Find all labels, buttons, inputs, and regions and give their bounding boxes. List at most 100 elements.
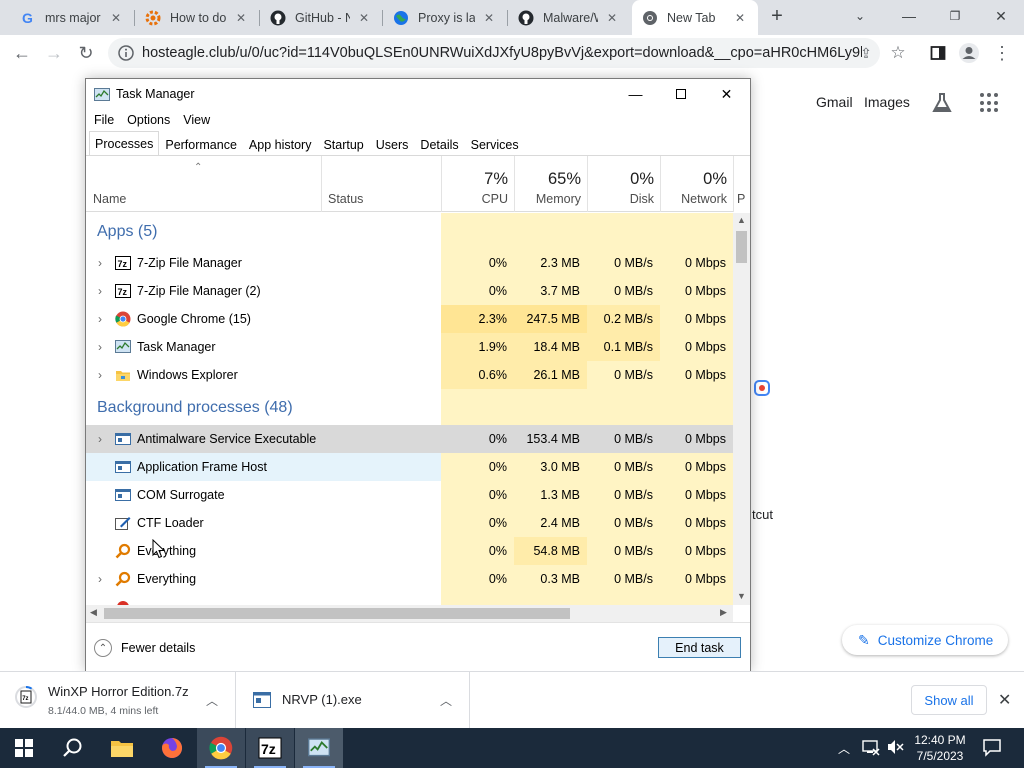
scroll-right-icon[interactable]: ▶ <box>720 607 727 618</box>
expand-chevron-icon[interactable]: › <box>94 368 106 382</box>
address-bar[interactable]: hosteagle.club/u/0/uc?id=114V0buQLSEn0UN… <box>108 38 880 68</box>
fewer-details-button[interactable]: ⌃ Fewer details <box>94 639 195 657</box>
column-header-disk[interactable]: 0% Disk <box>587 156 660 212</box>
column-header-network[interactable]: 0% Network <box>660 156 733 212</box>
tab-processes[interactable]: Processes <box>89 131 160 155</box>
customize-chrome-button[interactable]: ✎ Customize Chrome <box>842 625 1008 655</box>
menu-kebab-icon[interactable]: ⋮ <box>990 41 1014 65</box>
chevron-up-icon[interactable]: ︿ <box>440 692 452 709</box>
show-all-downloads-button[interactable]: Show all <box>911 685 987 715</box>
download-item[interactable]: 7z WinXP Horror Edition.7z 8.1/44.0 MB, … <box>0 672 236 729</box>
tab-mrs-major[interactable]: G mrs major ✕ <box>10 0 134 35</box>
tab-performance[interactable]: Performance <box>159 133 243 155</box>
task-manager-taskbar-icon[interactable] <box>295 728 343 768</box>
tab-startup[interactable]: Startup <box>317 133 369 155</box>
network-icon[interactable] <box>862 738 880 756</box>
minimize-icon[interactable]: — <box>886 0 932 32</box>
horizontal-scroll-thumb[interactable] <box>104 608 570 619</box>
process-row[interactable]: CTF Loader 0% 2.4 MB 0 MB/s 0 Mbps <box>86 509 733 537</box>
lens-camera-icon[interactable] <box>752 378 774 398</box>
process-row[interactable]: › Google Chrome (15) 2.3% 247.5 MB 0.2 M… <box>86 305 733 333</box>
restore-icon[interactable]: ❐ <box>932 0 978 32</box>
scroll-left-icon[interactable]: ◀ <box>90 607 97 618</box>
chrome-taskbar-icon[interactable] <box>197 728 245 768</box>
process-row[interactable]: › 7z 7-Zip File Manager 0% 2.3 MB 0 MB/s… <box>86 249 733 277</box>
file-explorer-icon[interactable] <box>98 728 146 768</box>
share-icon[interactable]: ⇪ <box>854 41 878 65</box>
close-tab-icon[interactable]: ✕ <box>233 10 249 26</box>
process-row[interactable]: › 7z 7-Zip File Manager (2) 0% 3.7 MB 0 … <box>86 277 733 305</box>
expand-chevron-icon[interactable]: › <box>94 572 106 586</box>
firefox-icon[interactable] <box>148 728 196 768</box>
forward-icon[interactable]: → <box>42 41 66 65</box>
group-header-background[interactable]: Background processes (48) <box>86 389 733 425</box>
process-row[interactable]: › Windows Explorer 0.6% 26.1 MB 0 MB/s 0… <box>86 361 733 389</box>
7zip-taskbar-icon[interactable]: 7z <box>246 728 294 768</box>
column-header-cpu[interactable]: 7% CPU <box>441 156 514 212</box>
close-tab-icon[interactable]: ✕ <box>108 10 124 26</box>
expand-chevron-icon[interactable]: › <box>94 432 106 446</box>
process-row[interactable]: › Task Manager 1.9% 18.4 MB 0.1 MB/s 0 M… <box>86 333 733 361</box>
volume-muted-icon[interactable] <box>886 738 904 756</box>
task-manager-titlebar[interactable]: Task Manager — ✕ <box>86 79 750 109</box>
vertical-scrollbar[interactable]: ▲ ▼ <box>733 213 750 605</box>
vertical-scroll-thumb[interactable] <box>736 231 747 263</box>
process-row-partial[interactable] <box>86 593 733 605</box>
close-tab-icon[interactable]: ✕ <box>604 10 620 26</box>
tab-new-tab[interactable]: New Tab ✕ <box>632 0 758 35</box>
end-task-button[interactable]: End task <box>658 637 741 658</box>
search-icon[interactable] <box>48 728 96 768</box>
process-row[interactable]: › Everything 0% 0.3 MB 0 MB/s 0 Mbps <box>86 565 733 593</box>
expand-chevron-icon[interactable]: › <box>94 340 106 354</box>
labs-flask-icon[interactable] <box>930 91 954 115</box>
scroll-up-icon[interactable]: ▲ <box>737 215 746 225</box>
site-info-icon[interactable] <box>118 45 134 61</box>
tm-maximize-icon[interactable] <box>658 79 703 109</box>
process-row[interactable]: COM Surrogate 0% 1.3 MB 0 MB/s 0 Mbps <box>86 481 733 509</box>
column-header-power[interactable]: P <box>733 156 750 212</box>
expand-chevron-icon[interactable]: › <box>94 256 106 270</box>
google-apps-icon[interactable] <box>980 93 1000 113</box>
tm-close-icon[interactable]: ✕ <box>704 79 749 109</box>
menu-view[interactable]: View <box>183 113 210 127</box>
reload-icon[interactable]: ↻ <box>74 41 98 65</box>
bookmark-star-icon[interactable]: ☆ <box>886 41 910 65</box>
tab-details[interactable]: Details <box>414 133 464 155</box>
expand-chevron-icon[interactable]: › <box>94 284 106 298</box>
notification-icon[interactable] <box>982 737 1002 757</box>
close-download-bar-icon[interactable]: ✕ <box>998 690 1011 710</box>
column-header-memory[interactable]: 65% Memory <box>514 156 587 212</box>
new-tab-button[interactable]: + <box>760 0 794 32</box>
close-tab-icon[interactable]: ✕ <box>356 10 372 26</box>
windows-start-icon[interactable] <box>0 728 48 768</box>
chevron-up-icon[interactable]: ︿ <box>206 692 218 709</box>
images-link[interactable]: Images <box>864 94 910 110</box>
close-tab-icon[interactable]: ✕ <box>732 10 748 26</box>
tab-search-icon[interactable]: ⌄ <box>840 0 880 32</box>
taskbar-clock[interactable]: 12:40 PM 7/5/2023 <box>906 732 974 764</box>
tab-github[interactable]: GitHub - N ✕ <box>260 0 382 35</box>
download-item[interactable]: NRVP (1).exe ︿ <box>237 672 470 729</box>
tm-minimize-icon[interactable]: — <box>613 79 658 109</box>
column-header-status[interactable]: Status <box>321 156 441 212</box>
close-window-icon[interactable]: ✕ <box>978 0 1024 32</box>
side-panel-icon[interactable] <box>926 41 950 65</box>
close-tab-icon[interactable]: ✕ <box>481 10 497 26</box>
column-header-name[interactable]: Name <box>86 156 321 212</box>
horizontal-scrollbar[interactable]: ◀ ▶ <box>86 605 733 622</box>
process-row-hover[interactable]: Application Frame Host 0% 3.0 MB 0 MB/s … <box>86 453 733 481</box>
tab-users[interactable]: Users <box>370 133 415 155</box>
tab-how-to-do[interactable]: How to do ✕ <box>135 0 259 35</box>
expand-chevron-icon[interactable]: › <box>94 312 106 326</box>
process-row-selected[interactable]: › Antimalware Service Executable 0% 153.… <box>86 425 733 453</box>
profile-avatar-icon[interactable] <box>957 41 981 65</box>
back-icon[interactable]: ← <box>10 41 34 65</box>
tab-malware[interactable]: Malware/W ✕ <box>508 0 630 35</box>
tray-chevron-up-icon[interactable]: ︿ <box>838 740 850 757</box>
process-row[interactable]: Everything 0% 54.8 MB 0 MB/s 0 Mbps <box>86 537 733 565</box>
menu-options[interactable]: Options <box>127 113 170 127</box>
tab-services[interactable]: Services <box>465 133 525 155</box>
tab-app-history[interactable]: App history <box>243 133 318 155</box>
tab-proxy[interactable]: Proxy is la ✕ <box>383 0 507 35</box>
scroll-down-icon[interactable]: ▼ <box>737 591 746 601</box>
